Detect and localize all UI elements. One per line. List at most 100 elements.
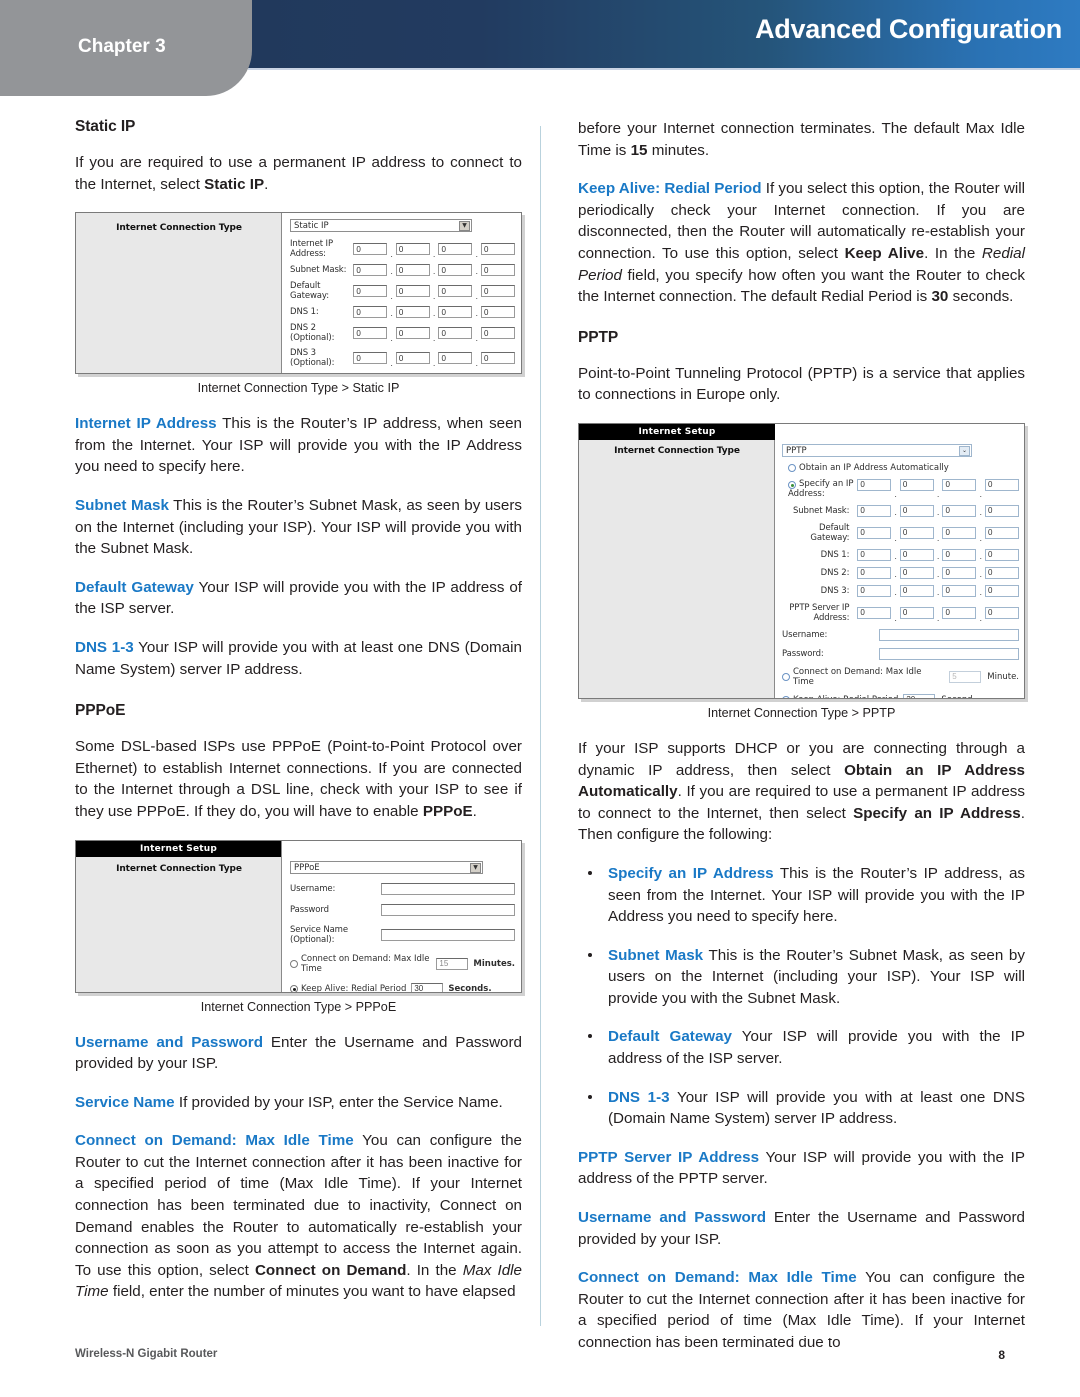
octet-input[interactable] — [481, 243, 515, 256]
octet-separator: . — [894, 507, 897, 517]
ui-row-keep-alive[interactable]: Keep Alive: Redial Period Seconds. — [290, 982, 515, 992]
ui-left-panel: Internet Setup Internet Connection Type — [579, 423, 775, 698]
octet-input[interactable] — [985, 504, 1019, 517]
field-label: Internet IP Address: — [290, 239, 333, 260]
redial-period-input[interactable] — [411, 982, 444, 992]
octet-input[interactable] — [395, 306, 430, 319]
radio-keep-alive[interactable] — [290, 984, 298, 992]
ui-field-row: DNS 3: . . . — [782, 584, 1019, 597]
octet-input[interactable] — [899, 526, 934, 539]
octet-input[interactable] — [481, 327, 515, 340]
octet-input[interactable] — [438, 243, 473, 256]
octet-input[interactable] — [899, 548, 934, 561]
text-static-ip-intro-c: . — [264, 175, 269, 193]
dropdown-connection-type[interactable]: PPTP ⌄ — [782, 443, 972, 457]
chevron-down-icon[interactable]: ▼ — [459, 221, 470, 232]
octet-input[interactable] — [857, 478, 892, 491]
octet-input[interactable] — [899, 606, 934, 619]
password-input[interactable] — [878, 647, 1019, 660]
octet-input[interactable] — [438, 285, 473, 298]
octet-input[interactable] — [438, 352, 473, 365]
octet-input[interactable] — [353, 285, 388, 298]
octet-input[interactable] — [481, 264, 515, 277]
ui-row-obtain-auto[interactable]: Obtain an IP Address Automatically — [782, 463, 1019, 473]
dropdown-connection-type[interactable]: Static IP ▼ — [290, 219, 472, 233]
service-name-input[interactable] — [380, 928, 515, 941]
max-idle-time-input[interactable] — [949, 670, 982, 683]
dropdown-connection-type[interactable]: PPPoE ▼ — [290, 860, 483, 874]
username-input[interactable] — [878, 628, 1019, 641]
page-header: Advanced Configuration Chapter 3 — [0, 0, 1080, 100]
octet-input[interactable] — [942, 478, 977, 491]
octet-input[interactable] — [857, 548, 892, 561]
octet-input[interactable] — [942, 526, 977, 539]
octet-input[interactable] — [857, 566, 892, 579]
octet-input[interactable] — [942, 584, 977, 597]
octet-separator: . — [894, 613, 897, 623]
octet-input[interactable] — [395, 243, 430, 256]
redial-period-input[interactable] — [903, 693, 936, 698]
radio-keep-alive[interactable] — [782, 695, 790, 698]
ui-row-specify-ip[interactable]: Specify an IPAddress: . . . — [782, 478, 1019, 499]
username-input[interactable] — [380, 882, 515, 895]
octet-input[interactable] — [353, 352, 388, 365]
octet-input[interactable] — [985, 478, 1019, 491]
octet-input[interactable] — [481, 285, 515, 298]
text-body: minutes. — [647, 141, 710, 159]
max-idle-time-input[interactable] — [436, 957, 469, 970]
octet-input[interactable] — [438, 264, 473, 277]
octet-input[interactable] — [395, 264, 430, 277]
radio-connect-on-demand[interactable] — [782, 672, 790, 681]
octet-input[interactable] — [395, 285, 430, 298]
octet-separator: . — [936, 587, 940, 597]
octet-input[interactable] — [353, 306, 388, 319]
octet-separator: . — [979, 587, 982, 597]
ui-row-connect-on-demand[interactable]: Connect on Demand: Max Idle Time Minutes… — [290, 954, 515, 974]
octet-input[interactable] — [353, 264, 388, 277]
octet-input[interactable] — [353, 243, 388, 256]
octet-input[interactable] — [985, 526, 1019, 539]
octet-input[interactable] — [985, 548, 1019, 561]
octet-input[interactable] — [857, 606, 892, 619]
term-default-gateway: Default Gateway — [75, 578, 194, 596]
ui-row-keep-alive[interactable]: Keep Alive: Redial Period Second. — [782, 693, 1019, 698]
octet-input[interactable] — [857, 504, 892, 517]
ui-field-row: DNS 1: . . . — [782, 548, 1019, 561]
router-ui-pppoe: Internet Setup Internet Connection Type … — [75, 839, 522, 993]
radio-specify-ip-address[interactable] — [788, 480, 796, 489]
chevron-down-icon[interactable]: ▼ — [470, 862, 481, 873]
octet-input[interactable] — [942, 504, 977, 517]
octet-input[interactable] — [899, 478, 934, 491]
label-specify-ip-address: Specify an IP Address: — [788, 479, 857, 499]
radio-connect-on-demand[interactable] — [290, 959, 298, 968]
chevron-down-icon[interactable]: ⌄ — [959, 445, 970, 456]
octet-separator: . — [475, 250, 478, 260]
octet-input[interactable] — [899, 566, 934, 579]
octet-input[interactable] — [353, 327, 388, 340]
octet-input[interactable] — [438, 306, 473, 319]
octet-input[interactable] — [985, 606, 1019, 619]
octet-input[interactable] — [481, 352, 515, 365]
field-label: DNS 1: — [290, 307, 319, 318]
octet-input[interactable] — [942, 606, 977, 619]
radio-obtain-ip-automatically[interactable] — [788, 463, 796, 472]
octet-input[interactable] — [985, 584, 1019, 597]
ui-row-connect-on-demand[interactable]: Connect on Demand: Max Idle Time Minute. — [782, 667, 1019, 687]
list-item: Specify an IP Address This is the Router… — [578, 863, 1025, 928]
octet-input[interactable] — [899, 584, 934, 597]
octet-input[interactable] — [942, 548, 977, 561]
octet-separator: . — [390, 309, 393, 319]
octet-input[interactable] — [395, 352, 430, 365]
octet-input[interactable] — [857, 584, 892, 597]
octet-input[interactable] — [899, 504, 934, 517]
octet-input[interactable] — [857, 526, 892, 539]
ui-field-row: Internet IP Address: . . . — [290, 239, 515, 259]
octet-input[interactable] — [985, 566, 1019, 579]
list-item: Subnet Mask This is the Router’s Subnet … — [578, 945, 1025, 1010]
password-input[interactable] — [380, 903, 515, 916]
octet-input[interactable] — [438, 327, 473, 340]
octet-input[interactable] — [395, 327, 430, 340]
octet-input[interactable] — [942, 566, 977, 579]
octet-input[interactable] — [481, 306, 515, 319]
ui-field-row: DNS 2: . . . — [782, 566, 1019, 579]
